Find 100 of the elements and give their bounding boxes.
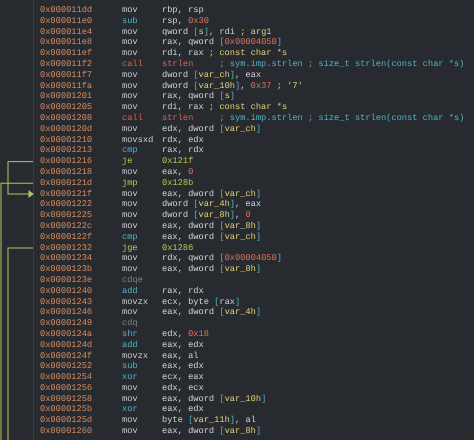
mnemonic: mov xyxy=(122,253,139,264)
comment: ; const char *s xyxy=(208,48,288,59)
operand: var_ch xyxy=(224,124,256,135)
mnemonic: jmp xyxy=(122,178,139,189)
address: 0x0000120d xyxy=(40,124,94,135)
operand: ] xyxy=(261,394,266,404)
operand: ] xyxy=(235,80,240,92)
address: 0x0000125b xyxy=(40,404,94,416)
mnemonic: mov xyxy=(122,124,139,135)
address: 0x000011e0 xyxy=(40,16,94,27)
mnemonic: sub xyxy=(122,16,139,27)
mnemonic: mov xyxy=(122,307,139,318)
address: 0x00001234 xyxy=(40,253,94,264)
operand: rax, rdx xyxy=(162,145,204,156)
mnemonic: call xyxy=(122,58,144,70)
mnemonic: mov xyxy=(122,37,139,48)
operand: ] xyxy=(256,264,262,275)
operand: ] xyxy=(230,70,235,81)
operand: var_4h xyxy=(198,199,230,210)
operand: var_ch xyxy=(224,188,256,200)
operand: , xyxy=(240,80,246,92)
operand: var_8h xyxy=(224,220,256,232)
operand: dword xyxy=(162,80,188,92)
address: 0x00001240 xyxy=(40,286,94,297)
mnemonic: cmp xyxy=(122,145,139,156)
operand: eax, dword xyxy=(162,232,216,243)
mnemonic: xor xyxy=(122,404,139,416)
operand: , eax xyxy=(235,199,262,210)
operand: rdi, rax xyxy=(162,102,204,113)
mnemonic: sub xyxy=(122,361,139,372)
operand: dword xyxy=(162,210,188,221)
operand: dword xyxy=(162,70,190,81)
address: 0x0000123b xyxy=(40,264,94,275)
address: 0x0000121f xyxy=(40,188,94,200)
address: 0x0000122f xyxy=(40,232,94,243)
operand: var_ch xyxy=(198,70,230,81)
operand: , al xyxy=(235,415,256,426)
operand: [ xyxy=(193,70,198,81)
operand: var_10h xyxy=(224,394,262,404)
mnemonic: mov xyxy=(122,199,139,210)
mnemonic: call xyxy=(122,112,144,124)
operand: byte xyxy=(162,415,184,426)
operand: ecx, byte xyxy=(162,296,210,308)
operand: [ xyxy=(219,232,225,243)
comment: ; sym.imp.strlen ; size_t strlen(const char *s) xyxy=(219,58,464,70)
mnemonic: mov xyxy=(122,91,139,102)
address: 0x00001243 xyxy=(40,296,94,308)
operand: [ xyxy=(219,91,225,102)
operand: ] xyxy=(276,37,282,48)
operand: rax, rdx xyxy=(162,286,204,297)
address: 0x0000125d xyxy=(40,415,94,426)
address: 0x0000122c xyxy=(40,220,94,232)
operand: , xyxy=(235,210,242,221)
operand: ] xyxy=(256,426,262,437)
operand: eax, dword xyxy=(162,188,216,200)
address: 0x00001254 xyxy=(40,372,94,383)
address: 0x00001258 xyxy=(40,394,94,404)
address: 0x00001213 xyxy=(40,145,94,156)
comment: ; '7' xyxy=(276,80,303,92)
address: 0x00001216 xyxy=(40,156,94,167)
address: 0x00001246 xyxy=(40,307,94,318)
operand: [ xyxy=(219,188,225,200)
operand: [ xyxy=(219,264,225,275)
address: 0x00001232 xyxy=(40,242,94,254)
operand: var_ch xyxy=(224,232,256,243)
address: 0x000011f7 xyxy=(40,70,94,81)
address: 0x00001208 xyxy=(40,112,94,124)
operand: eax, dword xyxy=(162,220,216,232)
operand: rsp, xyxy=(162,16,184,27)
mnemonic: shr xyxy=(122,328,139,340)
comment: ; sym.imp.strlen ; size_t strlen(const char *s) xyxy=(219,112,464,124)
operand: eax, edx xyxy=(162,361,204,372)
operand: ] xyxy=(230,199,235,210)
operand: ] xyxy=(256,220,262,232)
operand: rdx, qword xyxy=(162,253,216,264)
mnemonic: mov xyxy=(122,382,139,394)
operand: [ xyxy=(193,26,198,38)
address: 0x00001222 xyxy=(40,199,94,210)
mnemonic: mov xyxy=(122,394,139,404)
operand: , eax xyxy=(235,70,262,81)
operand: rax xyxy=(219,296,235,308)
operand: ] xyxy=(256,232,262,243)
address: 0x000011ef xyxy=(40,48,94,59)
operand: [ xyxy=(188,415,194,426)
operand: qword xyxy=(162,26,188,38)
operand: eax, edx xyxy=(162,404,204,416)
mnemonic: mov xyxy=(122,26,139,38)
comment: ; const char *s xyxy=(208,102,288,113)
operand: [ xyxy=(219,253,225,264)
operand: [ xyxy=(219,124,225,135)
mnemonic: mov xyxy=(122,415,139,426)
operand: var_11h xyxy=(193,415,230,426)
mnemonic: je xyxy=(122,156,134,167)
address: 0x00001260 xyxy=(40,426,94,437)
operand: ] xyxy=(256,307,262,318)
address: 0x000011dd xyxy=(40,5,94,16)
operand: eax, dword xyxy=(162,426,216,437)
operand: 0 xyxy=(188,166,194,178)
operand: var_8h xyxy=(224,426,256,437)
operand: rax, qword xyxy=(162,37,216,48)
